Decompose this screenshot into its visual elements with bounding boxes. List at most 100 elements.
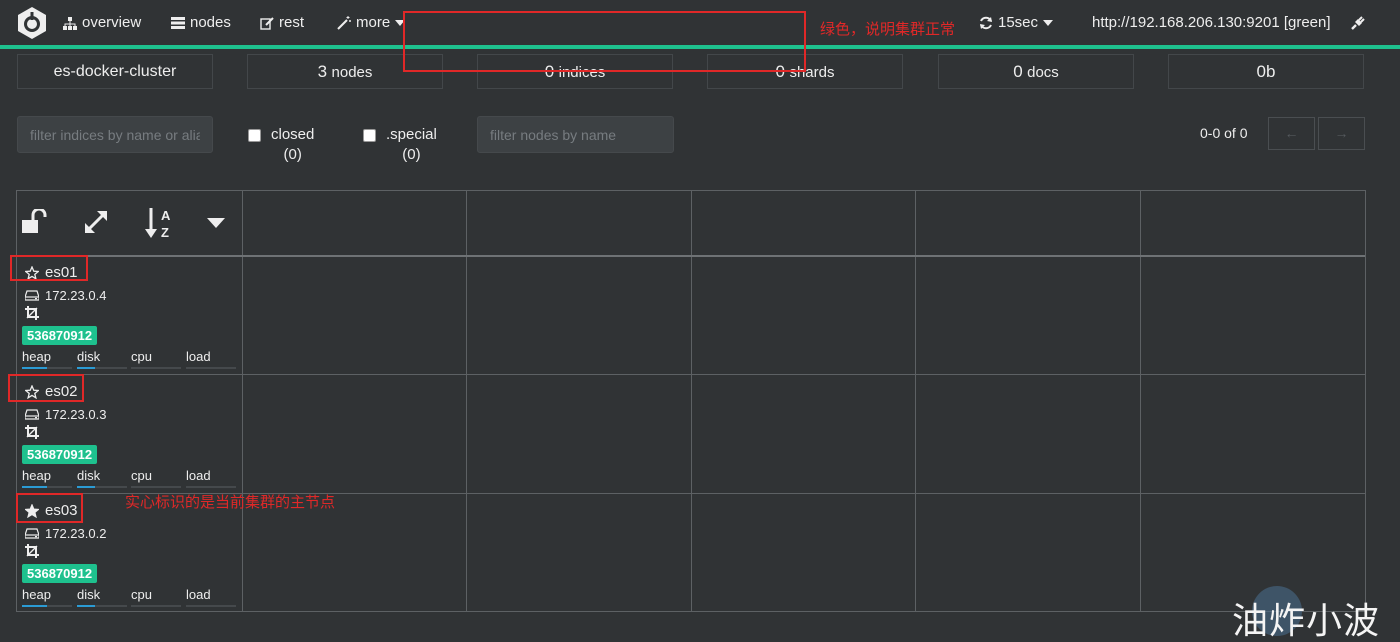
load-metric: load — [186, 468, 236, 488]
special-checkbox-group[interactable]: .special (0) — [363, 125, 437, 165]
svg-text:A: A — [161, 208, 171, 223]
cpu-label: cpu — [131, 468, 152, 483]
closed-count: (0) — [283, 146, 302, 163]
closed-label: closed — [271, 126, 315, 143]
load-metric: load — [186, 587, 236, 607]
load-label: load — [186, 587, 211, 602]
heap-bar — [22, 486, 72, 488]
cluster-overview-grid: A Z es01 172.23.0.4 536870912 heap disk … — [16, 190, 1366, 612]
heap-size-badge: 536870912 — [22, 326, 98, 345]
cluster-url: http://192.168.206.130:9201 [green] — [1092, 14, 1331, 31]
special-label: .special — [386, 126, 437, 143]
expand-icon[interactable] — [83, 209, 109, 235]
grid-column-divider — [1140, 191, 1141, 611]
special-count: (0) — [402, 146, 421, 163]
node-ip-label: 172.23.0.2 — [45, 526, 107, 541]
filter-nodes-input[interactable] — [477, 116, 674, 153]
heap-metric: heap — [22, 587, 72, 607]
refresh-interval-label: 15sec — [998, 14, 1039, 31]
refresh-icon — [980, 16, 992, 30]
annotation-box-es03 — [16, 493, 83, 523]
nav-nodes[interactable]: nodes — [171, 0, 231, 46]
magic-wand-icon — [337, 16, 351, 30]
cpu-bar — [131, 367, 181, 369]
filter-indices-input[interactable] — [17, 116, 213, 153]
load-metric: load — [186, 349, 236, 369]
heap-size-badge: 536870912 — [22, 445, 98, 464]
svg-text:Z: Z — [161, 225, 169, 239]
crop-icon — [25, 544, 39, 558]
grid-column-divider — [466, 191, 467, 611]
heap-label: heap — [22, 468, 51, 483]
nav-more[interactable]: more — [337, 0, 406, 46]
node-ip: 172.23.0.4 — [25, 288, 106, 303]
disk-bar — [77, 605, 127, 607]
load-bar — [186, 486, 236, 488]
edit-icon — [260, 17, 274, 30]
annotation-box-status — [403, 11, 806, 72]
closed-checkbox-group[interactable]: closed (0) — [248, 125, 314, 165]
nav-overview-label: overview — [82, 14, 142, 31]
refresh-interval-selector[interactable]: 15sec — [979, 0, 1054, 46]
caret-down-icon[interactable] — [207, 218, 225, 228]
cerebro-logo-icon[interactable] — [15, 6, 49, 40]
stat-size-value: 0b — [1256, 62, 1276, 81]
disk-label: disk — [77, 468, 101, 483]
plug-icon[interactable] — [1350, 14, 1367, 31]
cpu-bar — [131, 486, 181, 488]
hdd-icon — [25, 290, 39, 301]
stat-docs: 0 docs — [938, 54, 1134, 89]
node-ip-label: 172.23.0.4 — [45, 288, 107, 303]
stat-nodes-count: 3 — [317, 62, 328, 81]
node-ip-label: 172.23.0.3 — [45, 407, 107, 422]
stat-cluster-name: es-docker-cluster — [17, 54, 213, 89]
disk-metric: disk — [77, 587, 127, 607]
nav-rest-label: rest — [279, 14, 305, 31]
disk-bar-fill — [77, 486, 95, 488]
heap-bar-fill — [22, 367, 47, 369]
special-checkbox[interactable] — [363, 129, 376, 142]
disk-bar — [77, 367, 127, 369]
disk-label: disk — [77, 587, 101, 602]
closed-label-wrap: closed (0) — [271, 125, 314, 165]
heap-metric: heap — [22, 349, 72, 369]
disk-label: disk — [77, 349, 101, 364]
cluster-name: es-docker-cluster — [53, 63, 177, 80]
cpu-label: cpu — [131, 587, 152, 602]
nav-rest[interactable]: rest — [260, 0, 304, 46]
unlock-icon[interactable] — [21, 209, 49, 235]
watermark-text: 油炸小波 — [1232, 600, 1381, 641]
disk-bar-fill — [77, 605, 95, 607]
annotation-box-es01 — [10, 255, 88, 281]
crop-icon — [25, 306, 39, 320]
grid-column-divider — [242, 191, 243, 611]
stat-nodes-unit: nodes — [331, 64, 373, 81]
caret-down-icon — [1043, 20, 1054, 26]
nav-nodes-label: nodes — [190, 14, 231, 31]
annotation-master-note: 实心标识的是当前集群的主节点 — [125, 494, 336, 511]
heap-size-badge: 536870912 — [22, 564, 98, 583]
sort-alpha-icon[interactable]: A Z — [145, 207, 175, 239]
heap-bar — [22, 367, 72, 369]
annotation-box-es02 — [8, 374, 84, 402]
prev-page-button[interactable]: ← — [1268, 117, 1315, 150]
hdd-icon — [25, 409, 39, 420]
node-ip: 172.23.0.2 — [25, 526, 106, 541]
heap-bar-fill — [22, 605, 47, 607]
grid-column-divider — [691, 191, 692, 611]
heap-metric: heap — [22, 468, 72, 488]
load-label: load — [186, 468, 211, 483]
cpu-label: cpu — [131, 349, 152, 364]
disk-metric: disk — [77, 349, 127, 369]
next-page-button[interactable]: → — [1318, 117, 1365, 150]
closed-checkbox[interactable] — [248, 129, 261, 142]
stat-size: 0b — [1168, 54, 1364, 89]
heap-label: heap — [22, 587, 51, 602]
stat-docs-unit: docs — [1027, 64, 1059, 81]
special-label-wrap: .special (0) — [386, 125, 437, 165]
hdd-icon — [25, 528, 39, 539]
cpu-metric: cpu — [131, 468, 181, 488]
nav-overview[interactable]: overview — [63, 0, 141, 46]
cpu-metric: cpu — [131, 349, 181, 369]
pagination-summary: 0-0 of 0 — [1200, 125, 1248, 141]
